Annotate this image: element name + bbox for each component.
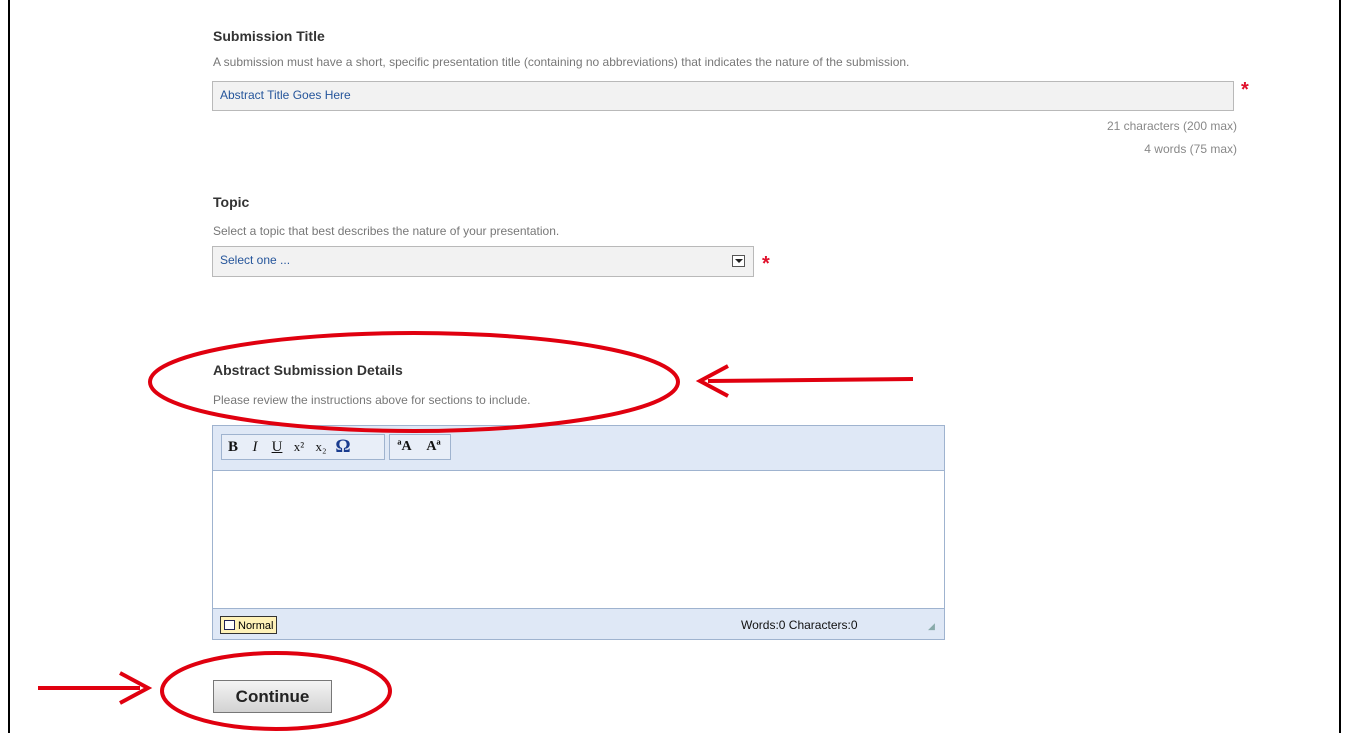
editor-statusbar: Normal Words:0 Characters:0 ◢ <box>213 608 944 639</box>
topic-select-value: Select one ... <box>220 253 291 267</box>
bold-button[interactable]: B <box>222 439 244 456</box>
rich-text-editor: B I U x² x₂ Ω ªA Aª Normal Words:0 Chara… <box>212 425 945 640</box>
superscript-button[interactable]: x² <box>288 439 310 455</box>
abstract-description: Please review the instructions above for… <box>213 393 531 407</box>
special-character-button[interactable]: Ω <box>332 436 354 458</box>
title-word-count: 4 words (75 max) <box>1144 142 1237 156</box>
title-character-count: 21 characters (200 max) <box>1106 119 1237 133</box>
abstract-heading: Abstract Submission Details <box>213 362 403 378</box>
topic-description: Select a topic that best describes the n… <box>213 224 560 238</box>
topic-select[interactable]: Select one ... <box>212 246 754 277</box>
submission-title-input[interactable]: Abstract Title Goes Here <box>212 81 1234 111</box>
title-required-marker: * <box>1241 79 1249 101</box>
format-button-group: B I U x² x₂ Ω <box>221 434 385 460</box>
italic-button[interactable]: I <box>244 439 266 456</box>
underline-button[interactable]: U <box>266 439 288 456</box>
chevron-down-icon[interactable] <box>732 255 745 267</box>
topic-required-marker: * <box>762 253 770 275</box>
editor-word-character-count: Words:0 Characters:0 <box>741 618 858 632</box>
abstract-editor-area[interactable] <box>213 471 944 609</box>
resize-grip-icon[interactable]: ◢ <box>928 621 938 631</box>
continue-button[interactable]: Continue <box>213 680 332 713</box>
subscript-button[interactable]: x₂ <box>310 439 332 455</box>
increase-font-button[interactable]: Aª <box>419 439 448 455</box>
paragraph-format-button[interactable]: Normal <box>220 616 278 634</box>
submission-title-description: A submission must have a short, specific… <box>213 55 910 69</box>
decrease-font-button[interactable]: ªA <box>390 439 419 455</box>
font-size-button-group: ªA Aª <box>389 434 451 460</box>
topic-heading: Topic <box>213 194 250 210</box>
submission-title-heading: Submission Title <box>213 28 325 44</box>
editor-toolbar: B I U x² x₂ Ω ªA Aª <box>213 426 944 471</box>
